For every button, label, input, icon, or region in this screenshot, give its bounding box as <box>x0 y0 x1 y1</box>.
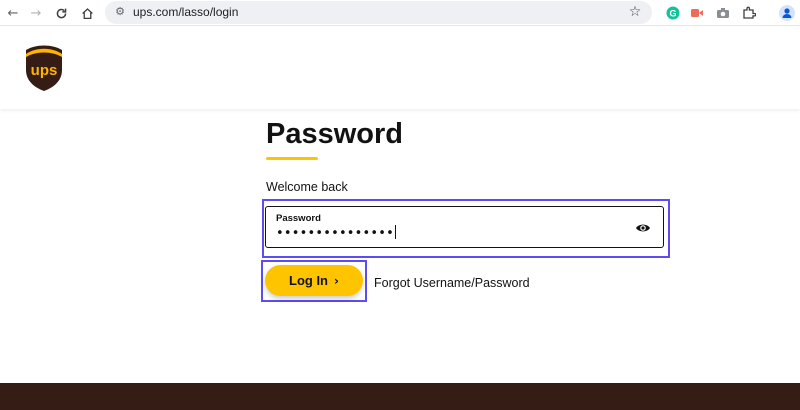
site-header: ups <box>0 27 800 109</box>
site-settings-icon[interactable]: ⚙ <box>113 5 127 19</box>
login-button[interactable]: Log In › <box>265 265 363 296</box>
page-title: Password <box>266 118 403 150</box>
svg-text:G: G <box>669 9 676 19</box>
screenshot-camera-icon[interactable] <box>714 4 732 22</box>
address-bar[interactable]: ⚙ ups.com/lasso/login ☆ <box>105 1 652 24</box>
chevron-right-icon: › <box>334 273 339 288</box>
text-caret <box>395 225 397 239</box>
site-footer <box>0 383 800 410</box>
browser-toolbar: ← → ⚙ ups.com/lasso/login ☆ G <box>0 0 800 26</box>
show-password-eye-icon[interactable] <box>635 221 651 233</box>
home-icon[interactable] <box>78 4 96 22</box>
password-input[interactable]: ••••••••••••••• <box>276 225 397 241</box>
profile-icon[interactable] <box>778 4 796 22</box>
title-underline <box>266 157 318 160</box>
login-button-label: Log In <box>289 273 329 288</box>
back-arrow-icon[interactable]: ← <box>4 4 22 22</box>
extensions-puzzle-icon[interactable] <box>740 4 758 22</box>
forward-arrow-icon[interactable]: → <box>27 4 45 22</box>
ups-logo[interactable]: ups <box>24 44 64 92</box>
video-extension-icon[interactable] <box>688 4 706 22</box>
password-label: Password <box>276 213 321 224</box>
password-value: ••••••••••••••• <box>276 226 395 241</box>
welcome-text: Welcome back <box>266 180 348 194</box>
ups-logo-text: ups <box>31 62 58 79</box>
url-text: ups.com/lasso/login <box>133 5 239 19</box>
password-field[interactable]: Password ••••••••••••••• <box>265 206 664 248</box>
forgot-username-password-link[interactable]: Forgot Username/Password <box>374 276 530 290</box>
grammarly-icon[interactable]: G <box>664 4 682 22</box>
bookmark-star-icon[interactable]: ☆ <box>626 3 644 21</box>
reload-icon[interactable] <box>52 4 70 22</box>
